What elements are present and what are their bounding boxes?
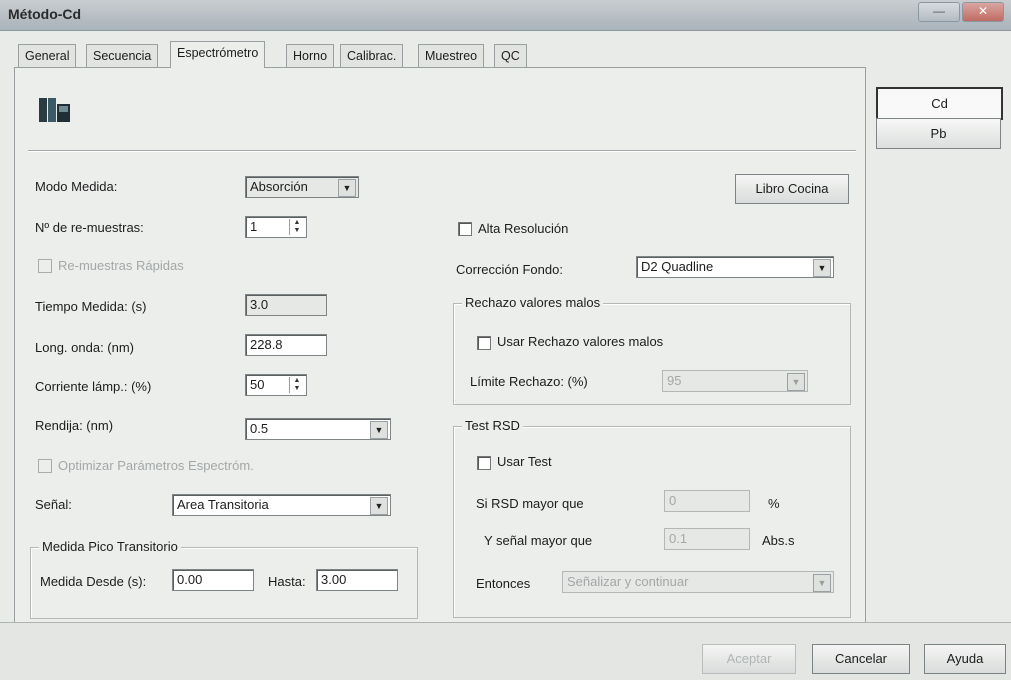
tab-muestreo[interactable]: Muestreo — [418, 44, 485, 67]
optimizar-checkbox[interactable] — [38, 459, 52, 473]
modo-medida-label: Modo Medida: — [35, 179, 118, 194]
optimizar-label: Optimizar Parámetros Espectróm. — [58, 458, 254, 473]
re-muestras-rapidas-label: Re-muestras Rápidas — [58, 258, 184, 273]
usar-test-label: Usar Test — [497, 454, 552, 469]
entonces-label: Entonces — [476, 576, 531, 591]
entonces-value: Señalizar y continuar — [567, 574, 689, 589]
re-muestras-value: 1 — [250, 219, 258, 234]
si-rsd-unit: % — [768, 496, 780, 511]
modo-medida-select[interactable]: Absorción ▼ — [245, 176, 359, 198]
usar-rechazo-checkbox[interactable] — [477, 336, 491, 350]
rechazo-title: Rechazo valores malos — [462, 295, 604, 310]
y-senal-field[interactable]: 0.1 — [664, 528, 750, 550]
ayuda-button[interactable]: Ayuda — [924, 644, 1006, 674]
chevron-down-icon: ▼ — [370, 497, 388, 515]
pico-transitorio-title: Medida Pico Transitorio — [39, 539, 181, 554]
aceptar-button[interactable]: Aceptar — [702, 644, 796, 674]
correccion-fondo-label: Corrección Fondo: — [456, 262, 563, 277]
long-onda-label: Long. onda: (nm) — [35, 340, 135, 355]
senal-value: Area Transitoria — [177, 497, 269, 512]
tab-espectrometro[interactable]: Espectrómetro — [170, 41, 266, 68]
limite-rechazo-value: 95 — [667, 373, 682, 388]
hasta-field[interactable]: 3.00 — [316, 569, 398, 591]
spin-arrows-icon[interactable]: ▲ ▼ — [289, 377, 304, 393]
alta-resolucion-checkbox[interactable] — [458, 222, 472, 236]
tab-calibrac[interactable]: Calibrac. — [340, 44, 404, 67]
rendija-select[interactable]: 0.5 ▼ — [245, 418, 391, 440]
spin-arrows-icon[interactable]: ▲ ▼ — [289, 219, 304, 235]
separator — [28, 150, 856, 152]
modo-medida-value: Absorción — [250, 179, 308, 194]
cancelar-button[interactable]: Cancelar — [812, 644, 910, 674]
title-bar: Método-Cd — ✕ — [0, 0, 1011, 31]
medida-desde-label: Medida Desde (s): — [40, 574, 147, 589]
hasta-label: Hasta: — [268, 574, 306, 589]
window-title: Método-Cd — [8, 6, 82, 22]
usar-test-checkbox[interactable] — [477, 456, 491, 470]
long-onda-field[interactable]: 228.8 — [245, 334, 327, 356]
minimize-button[interactable]: — — [918, 2, 960, 22]
tiempo-medida-field[interactable]: 3.0 — [245, 294, 327, 316]
usar-rechazo-label: Usar Rechazo valores malos — [497, 334, 664, 349]
tab-secuencia[interactable]: Secuencia — [86, 44, 159, 67]
chevron-down-icon: ▼ — [338, 179, 356, 197]
element-item-pb[interactable]: Pb — [876, 118, 1001, 149]
book-icon — [38, 94, 72, 126]
entonces-select[interactable]: Señalizar y continuar ▼ — [562, 571, 834, 593]
libro-cocina-button[interactable]: Libro Cocina — [735, 174, 849, 204]
rendija-label: Rendija: (nm) — [35, 418, 114, 433]
tab-general[interactable]: General — [18, 44, 77, 67]
correccion-fondo-value: D2 Quadline — [641, 259, 714, 274]
chevron-down-icon: ▼ — [813, 574, 831, 592]
tab-horno[interactable]: Horno — [286, 44, 335, 67]
chevron-down-icon: ▼ — [787, 373, 805, 391]
close-button[interactable]: ✕ — [962, 2, 1004, 22]
re-muestras-rapidas-checkbox[interactable] — [38, 259, 52, 273]
medida-desde-field[interactable]: 0.00 — [172, 569, 254, 591]
correccion-fondo-select[interactable]: D2 Quadline ▼ — [636, 256, 834, 278]
test-rsd-title: Test RSD — [462, 418, 523, 433]
limite-rechazo-label: Límite Rechazo: (%) — [470, 374, 588, 389]
y-senal-unit: Abs.s — [762, 533, 795, 548]
corriente-lampara-stepper[interactable]: 50 ▲ ▼ — [245, 374, 307, 396]
senal-select[interactable]: Area Transitoria ▼ — [172, 494, 391, 516]
corriente-lampara-label: Corriente lámp.: (%) — [35, 379, 152, 394]
tiempo-medida-label: Tiempo Medida: (s) — [35, 299, 147, 314]
y-senal-label: Y señal mayor que — [484, 533, 593, 548]
re-muestras-stepper[interactable]: 1 ▲ ▼ — [245, 216, 307, 238]
re-muestras-label: Nº de re-muestras: — [35, 220, 144, 235]
si-rsd-field[interactable]: 0 — [664, 490, 750, 512]
senal-label: Señal: — [35, 497, 72, 512]
corriente-lampara-value: 50 — [250, 377, 265, 392]
tab-qc[interactable]: QC — [494, 44, 527, 67]
rendija-value: 0.5 — [250, 421, 269, 436]
chevron-down-icon: ▼ — [813, 259, 831, 277]
limite-rechazo-select[interactable]: 95 ▼ — [662, 370, 808, 392]
chevron-down-icon: ▼ — [370, 421, 388, 439]
alta-resolucion-label: Alta Resolución — [478, 221, 569, 236]
si-rsd-label: Si RSD mayor que — [476, 496, 584, 511]
element-item-cd[interactable]: Cd — [876, 87, 1003, 120]
